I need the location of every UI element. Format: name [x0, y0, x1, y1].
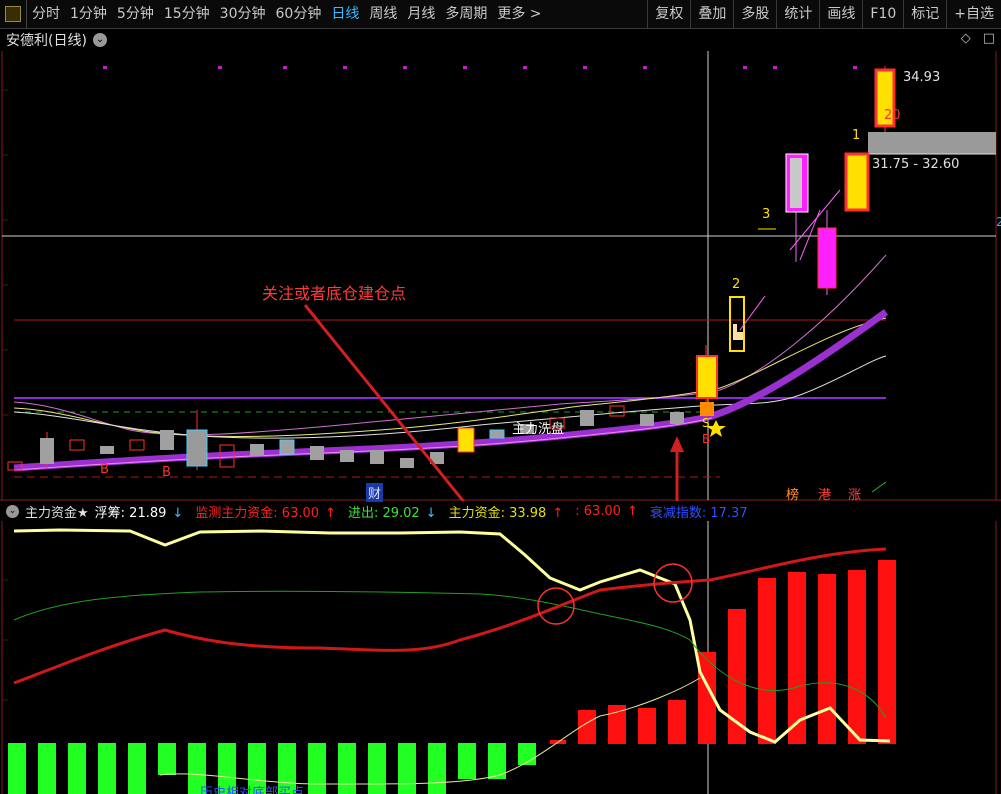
price-band [868, 132, 996, 154]
kline-chart[interactable] [0, 51, 1001, 501]
candle [700, 402, 714, 416]
candle [580, 410, 594, 426]
indicator-value: : 63.00 ↑ [575, 503, 638, 519]
candle [670, 412, 684, 424]
candle [40, 438, 54, 464]
period-weekly[interactable]: 周线 [364, 0, 402, 29]
adjust-button[interactable]: 复权 [647, 0, 690, 29]
chart-title-bar: 安德利(日线) ⌄ ◇ □ [0, 29, 1001, 51]
candle [250, 444, 264, 456]
indicator-name[interactable]: 主力资金★ [25, 502, 89, 521]
app-logo[interactable] [0, 0, 26, 29]
stats-button[interactable]: 统计 [776, 0, 819, 29]
f10-button[interactable]: F10 [862, 0, 903, 29]
ma-line-pink [13, 254, 887, 436]
title-icons: ◇ □ [961, 31, 995, 46]
candle [696, 355, 718, 399]
monitor-fund-line [13, 547, 887, 685]
candle [310, 446, 324, 460]
candle [129, 439, 145, 451]
wave-number: 20 [884, 108, 901, 123]
inflow-line [13, 590, 887, 719]
chevron-down-icon[interactable]: ⌄ [6, 504, 19, 518]
period-30min[interactable]: 30分钟 [215, 0, 271, 29]
left-ticks [2, 89, 8, 416]
candle [100, 446, 114, 454]
candles [7, 66, 896, 471]
finance-marker[interactable]: 财 [366, 483, 384, 502]
arrow-head-up [670, 436, 684, 452]
wash-label: 主力洗盘 [512, 422, 565, 437]
period-5min[interactable]: 5分钟 [112, 0, 159, 29]
candle [160, 430, 174, 450]
candle [186, 429, 208, 467]
candle [640, 414, 654, 426]
draw-line-button[interactable]: 画线 [819, 0, 862, 29]
indicator-value: 浮筹: 21.89 ↓ [94, 505, 184, 521]
mark-button[interactable]: 标记 [903, 0, 946, 29]
wave-number: 3 [762, 207, 771, 222]
wave-number: 1 [852, 128, 861, 143]
indicator-chart[interactable] [0, 521, 1001, 794]
annotation-arrow [303, 304, 466, 501]
price-high-label: 34.93 [903, 70, 941, 85]
bottom-indicator-text: 历史相对底部买点 [200, 786, 305, 794]
candle [609, 405, 625, 417]
right-edge-label: 2 [996, 215, 1001, 229]
period-monthly[interactable]: 月线 [402, 0, 440, 29]
overlay-button[interactable]: 叠加 [690, 0, 733, 29]
buy-marker: B [162, 465, 171, 480]
ma-line-yellow [13, 317, 887, 437]
candle [400, 458, 414, 468]
candle [279, 439, 295, 455]
buy-marker: B [702, 432, 711, 446]
top-markers [103, 66, 857, 69]
candle [370, 450, 384, 464]
candle [790, 158, 802, 208]
candle [817, 227, 837, 289]
stock-title: 安德利(日线) [6, 33, 87, 49]
period-intraday[interactable]: 分时 [27, 0, 65, 29]
candle [457, 427, 475, 453]
candle [844, 152, 870, 212]
multi-stock-button[interactable]: 多股 [733, 0, 776, 29]
diamond-icon[interactable]: ◇ [961, 31, 971, 46]
annotation-text: 关注或者底仓建仓点 [262, 284, 407, 303]
add-watchlist-button[interactable]: +自选 [946, 0, 1001, 29]
toolbar-right: 复权 叠加 多股 统计 画线 F10 标记 +自选 [647, 0, 1001, 29]
candle [340, 450, 354, 462]
period-1min[interactable]: 1分钟 [65, 0, 112, 29]
indicator-value: 衰减指数: 17.37 [649, 505, 748, 521]
period-daily[interactable]: 日线 [326, 0, 364, 29]
buy-marker: B [100, 462, 109, 477]
period-more[interactable]: 更多 > [492, 0, 546, 29]
period-multi[interactable]: 多周期 [440, 0, 492, 29]
toolbar: 分时 1分钟 5分钟 15分钟 30分钟 60分钟 日线 周线 月线 多周期 更… [0, 0, 1001, 29]
price-range-label: 31.75 - 32.60 [872, 157, 960, 172]
logo-icon [5, 6, 21, 22]
chevron-down-icon[interactable]: ⌄ [92, 33, 107, 47]
indicator-value: 进出: 29.02 ↓ [347, 505, 437, 521]
indicator-value: 监测主力资金: 63.00 ↑ [195, 505, 336, 521]
green-tick [871, 481, 887, 493]
period-15min[interactable]: 15分钟 [159, 0, 215, 29]
ma-line-purple [13, 309, 889, 472]
left-ticks [2, 579, 8, 701]
wave-number: 2 [732, 277, 741, 292]
indicator-value: 主力资金: 33.98 ↑ [448, 505, 564, 521]
indicator-bar: ⌄ 主力资金★ 浮筹: 21.89 ↓ 监测主力资金: 63.00 ↑ 进出: 29… [0, 501, 1001, 521]
hand-icon [733, 324, 743, 340]
red-bars [550, 560, 896, 744]
signal-marker: S [702, 416, 710, 430]
period-60min[interactable]: 60分钟 [271, 0, 327, 29]
square-icon[interactable]: □ [983, 31, 995, 46]
candle [489, 429, 505, 439]
candle [69, 439, 85, 451]
